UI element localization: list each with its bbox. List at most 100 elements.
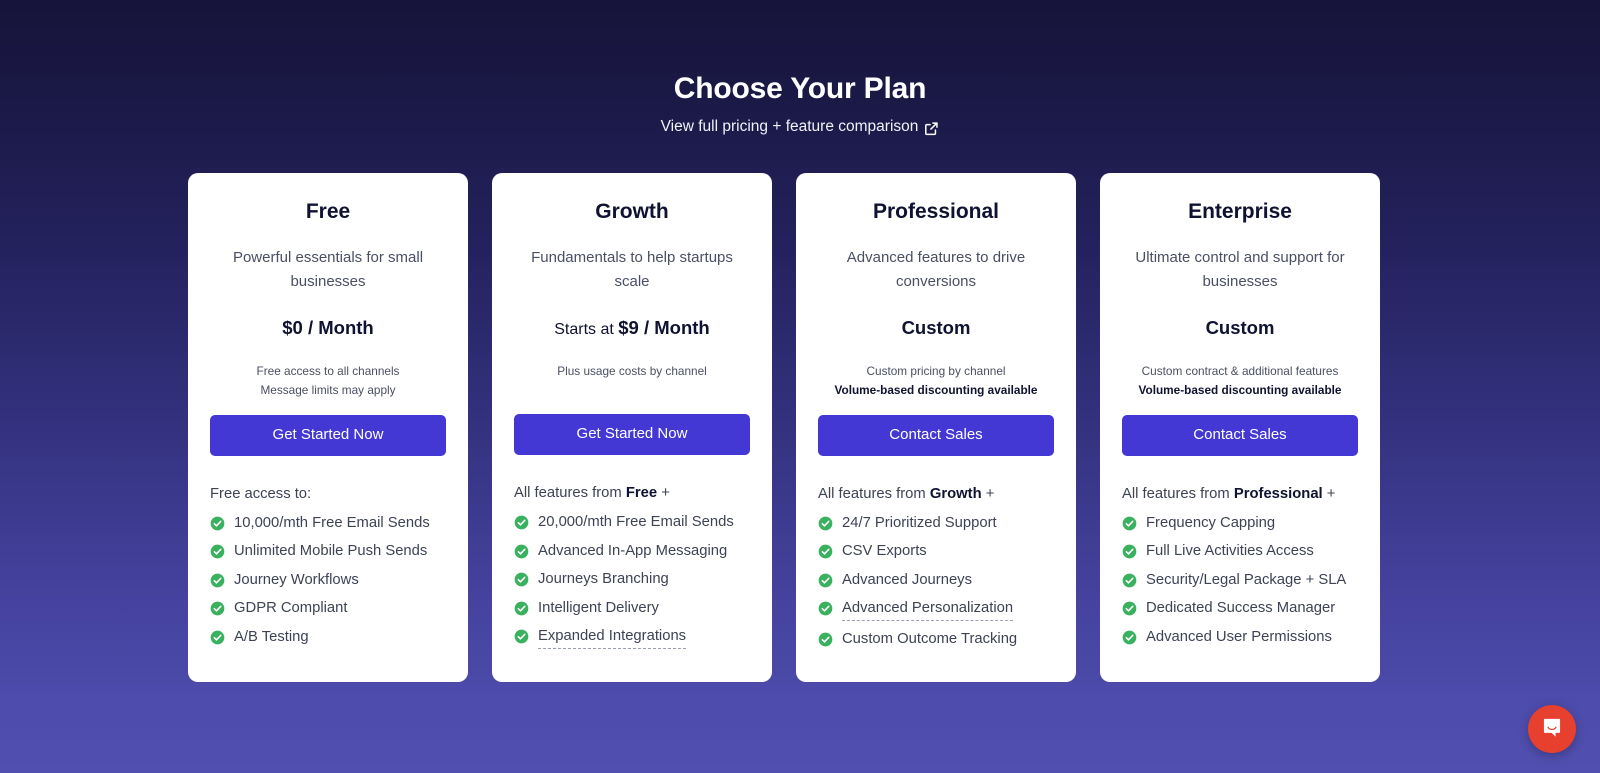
plan-price: $0 / Month <box>210 317 446 339</box>
feature-item: Advanced User Permissions <box>1122 628 1358 648</box>
plan-name: Free <box>305 200 351 223</box>
check-circle-icon <box>818 573 833 588</box>
feature-label: Frequency Capping <box>1146 514 1276 531</box>
feature-item: Journey Workflows <box>210 571 446 591</box>
pricing-card-enterprise: Enterprise Ultimate control and support f… <box>1100 173 1380 683</box>
feature-label: Intelligent Delivery <box>538 599 659 616</box>
plan-note-line: Volume-based discounting available <box>834 382 1038 397</box>
feature-label: 10,000/mth Free Email Sends <box>234 514 430 531</box>
check-circle-icon <box>514 544 529 559</box>
feature-label: GDPR Compliant <box>234 600 348 617</box>
plan-price-amount: Custom <box>901 317 971 339</box>
check-circle-icon <box>1122 630 1137 645</box>
cta-button-enterprise[interactable]: Contact Sales <box>1122 414 1358 456</box>
feature-label[interactable]: Expanded Integrations <box>538 627 687 650</box>
plan-note-line: Custom contract & additional features <box>1141 364 1339 379</box>
features-heading-suffix: + <box>657 485 670 502</box>
plan-note: Free access to all channels Message limit… <box>210 362 446 399</box>
features-heading-plan: Professional <box>1233 485 1323 502</box>
feature-label[interactable]: Advanced Personalization <box>842 599 1014 622</box>
feature-label: Advanced Journeys <box>842 571 972 588</box>
cta-button-professional[interactable]: Contact Sales <box>818 414 1054 456</box>
features-heading: All features from Free + <box>514 484 750 503</box>
features-heading-suffix: + <box>1322 485 1336 502</box>
feature-item: Unlimited Mobile Push Sends <box>210 542 446 562</box>
chat-launcher-button[interactable] <box>1528 705 1576 753</box>
feature-item: Journeys Branching <box>514 570 750 590</box>
feature-label: Custom Outcome Tracking <box>842 630 1018 647</box>
page-header: Choose Your Plan View full pricing + fea… <box>0 0 1600 136</box>
features-heading-suffix: + <box>981 485 995 502</box>
feature-item: Full Live Activities Access <box>1122 542 1358 562</box>
features-heading: All features from Professional + <box>1122 485 1358 504</box>
check-circle-icon <box>210 544 225 559</box>
plan-name: Growth <box>595 200 669 223</box>
check-circle-icon <box>514 572 529 587</box>
feature-item: Advanced Journeys <box>818 571 1054 591</box>
check-circle-icon <box>210 601 225 616</box>
check-circle-icon <box>514 601 529 616</box>
feature-label: A/B Testing <box>234 628 309 645</box>
plan-description: Advanced features to drive conversions <box>846 249 1026 291</box>
feature-label: 20,000/mth Free Email Sends <box>538 514 734 531</box>
features-heading-prefix: All features from <box>514 485 626 502</box>
plan-price-amount: $9 / Month <box>618 317 710 339</box>
feature-label: 24/7 Prioritized Support <box>842 514 997 531</box>
check-circle-icon <box>1122 516 1137 531</box>
plan-price-amount: Custom <box>1205 317 1275 339</box>
check-circle-icon <box>210 630 225 645</box>
plan-description: Fundamentals to help startups scale <box>531 249 733 291</box>
feature-item: Intelligent Delivery <box>514 599 750 619</box>
check-circle-icon <box>818 632 833 647</box>
feature-item: CSV Exports <box>818 542 1054 562</box>
feature-label: Advanced User Permissions <box>1146 628 1332 645</box>
feature-item: Advanced Personalization <box>818 599 1054 622</box>
check-circle-icon <box>210 516 225 531</box>
feature-list: 24/7 Prioritized Support CSV Exports Advan… <box>818 514 1054 658</box>
feature-item: 24/7 Prioritized Support <box>818 514 1054 534</box>
cta-button-free[interactable]: Get Started Now <box>210 414 446 456</box>
plan-note-line: Plus usage costs by channel <box>557 364 707 379</box>
feature-item: GDPR Compliant <box>210 599 446 619</box>
feature-list: 20,000/mth Free Email Sends Advanced In-A… <box>514 513 750 657</box>
check-circle-icon <box>1122 601 1137 616</box>
plan-name: Professional <box>872 200 1000 223</box>
features-heading: All features from Growth + <box>818 485 1054 504</box>
feature-item: Dedicated Success Manager <box>1122 599 1358 619</box>
features-heading-plan: Free <box>625 485 658 502</box>
pricing-card-growth: Growth Fundamentals to help startups scal… <box>492 173 772 683</box>
feature-item: Security/Legal Package + SLA <box>1122 571 1358 591</box>
check-circle-icon <box>514 515 529 530</box>
pricing-card-professional: Professional Advanced features to drive c… <box>796 173 1076 683</box>
check-circle-icon <box>514 629 529 644</box>
page-title: Choose Your Plan <box>673 72 927 105</box>
feature-label: Full Live Activities Access <box>1146 543 1314 560</box>
feature-label: Journey Workflows <box>234 571 359 588</box>
plan-price: Custom <box>1122 317 1358 339</box>
plan-price-amount: $0 / Month <box>282 317 374 339</box>
feature-item: A/B Testing <box>210 628 446 648</box>
plan-note: Plus usage costs by channel <box>514 362 750 398</box>
feature-item: 10,000/mth Free Email Sends <box>210 514 446 534</box>
feature-label: Dedicated Success Manager <box>1146 600 1336 617</box>
feature-item: Advanced In-App Messaging <box>514 542 750 562</box>
check-circle-icon <box>818 516 833 531</box>
features-heading-prefix: All features from <box>1122 485 1234 502</box>
plan-price-prefix: Starts at <box>554 321 619 339</box>
plan-price: Starts at $9 / Month <box>514 317 750 339</box>
pricing-comparison-link-label: View full pricing + feature comparison <box>660 118 919 135</box>
plan-description: Ultimate control and support for busines… <box>1135 249 1345 291</box>
cta-button-growth[interactable]: Get Started Now <box>514 414 750 456</box>
check-circle-icon <box>210 573 225 588</box>
check-circle-icon <box>1122 544 1137 559</box>
check-circle-icon <box>818 544 833 559</box>
features-heading-prefix: Free access to: <box>210 485 312 502</box>
feature-item: Custom Outcome Tracking <box>818 630 1054 650</box>
external-link-icon <box>924 121 939 136</box>
plan-note-line: Message limits may apply <box>260 382 396 397</box>
plan-name: Enterprise <box>1188 200 1292 223</box>
feature-label: Security/Legal Package + SLA <box>1146 571 1347 588</box>
check-circle-icon <box>818 601 833 616</box>
plan-note-line: Volume-based discounting available <box>1138 382 1342 397</box>
pricing-comparison-link[interactable]: View full pricing + feature comparison <box>661 118 940 136</box>
